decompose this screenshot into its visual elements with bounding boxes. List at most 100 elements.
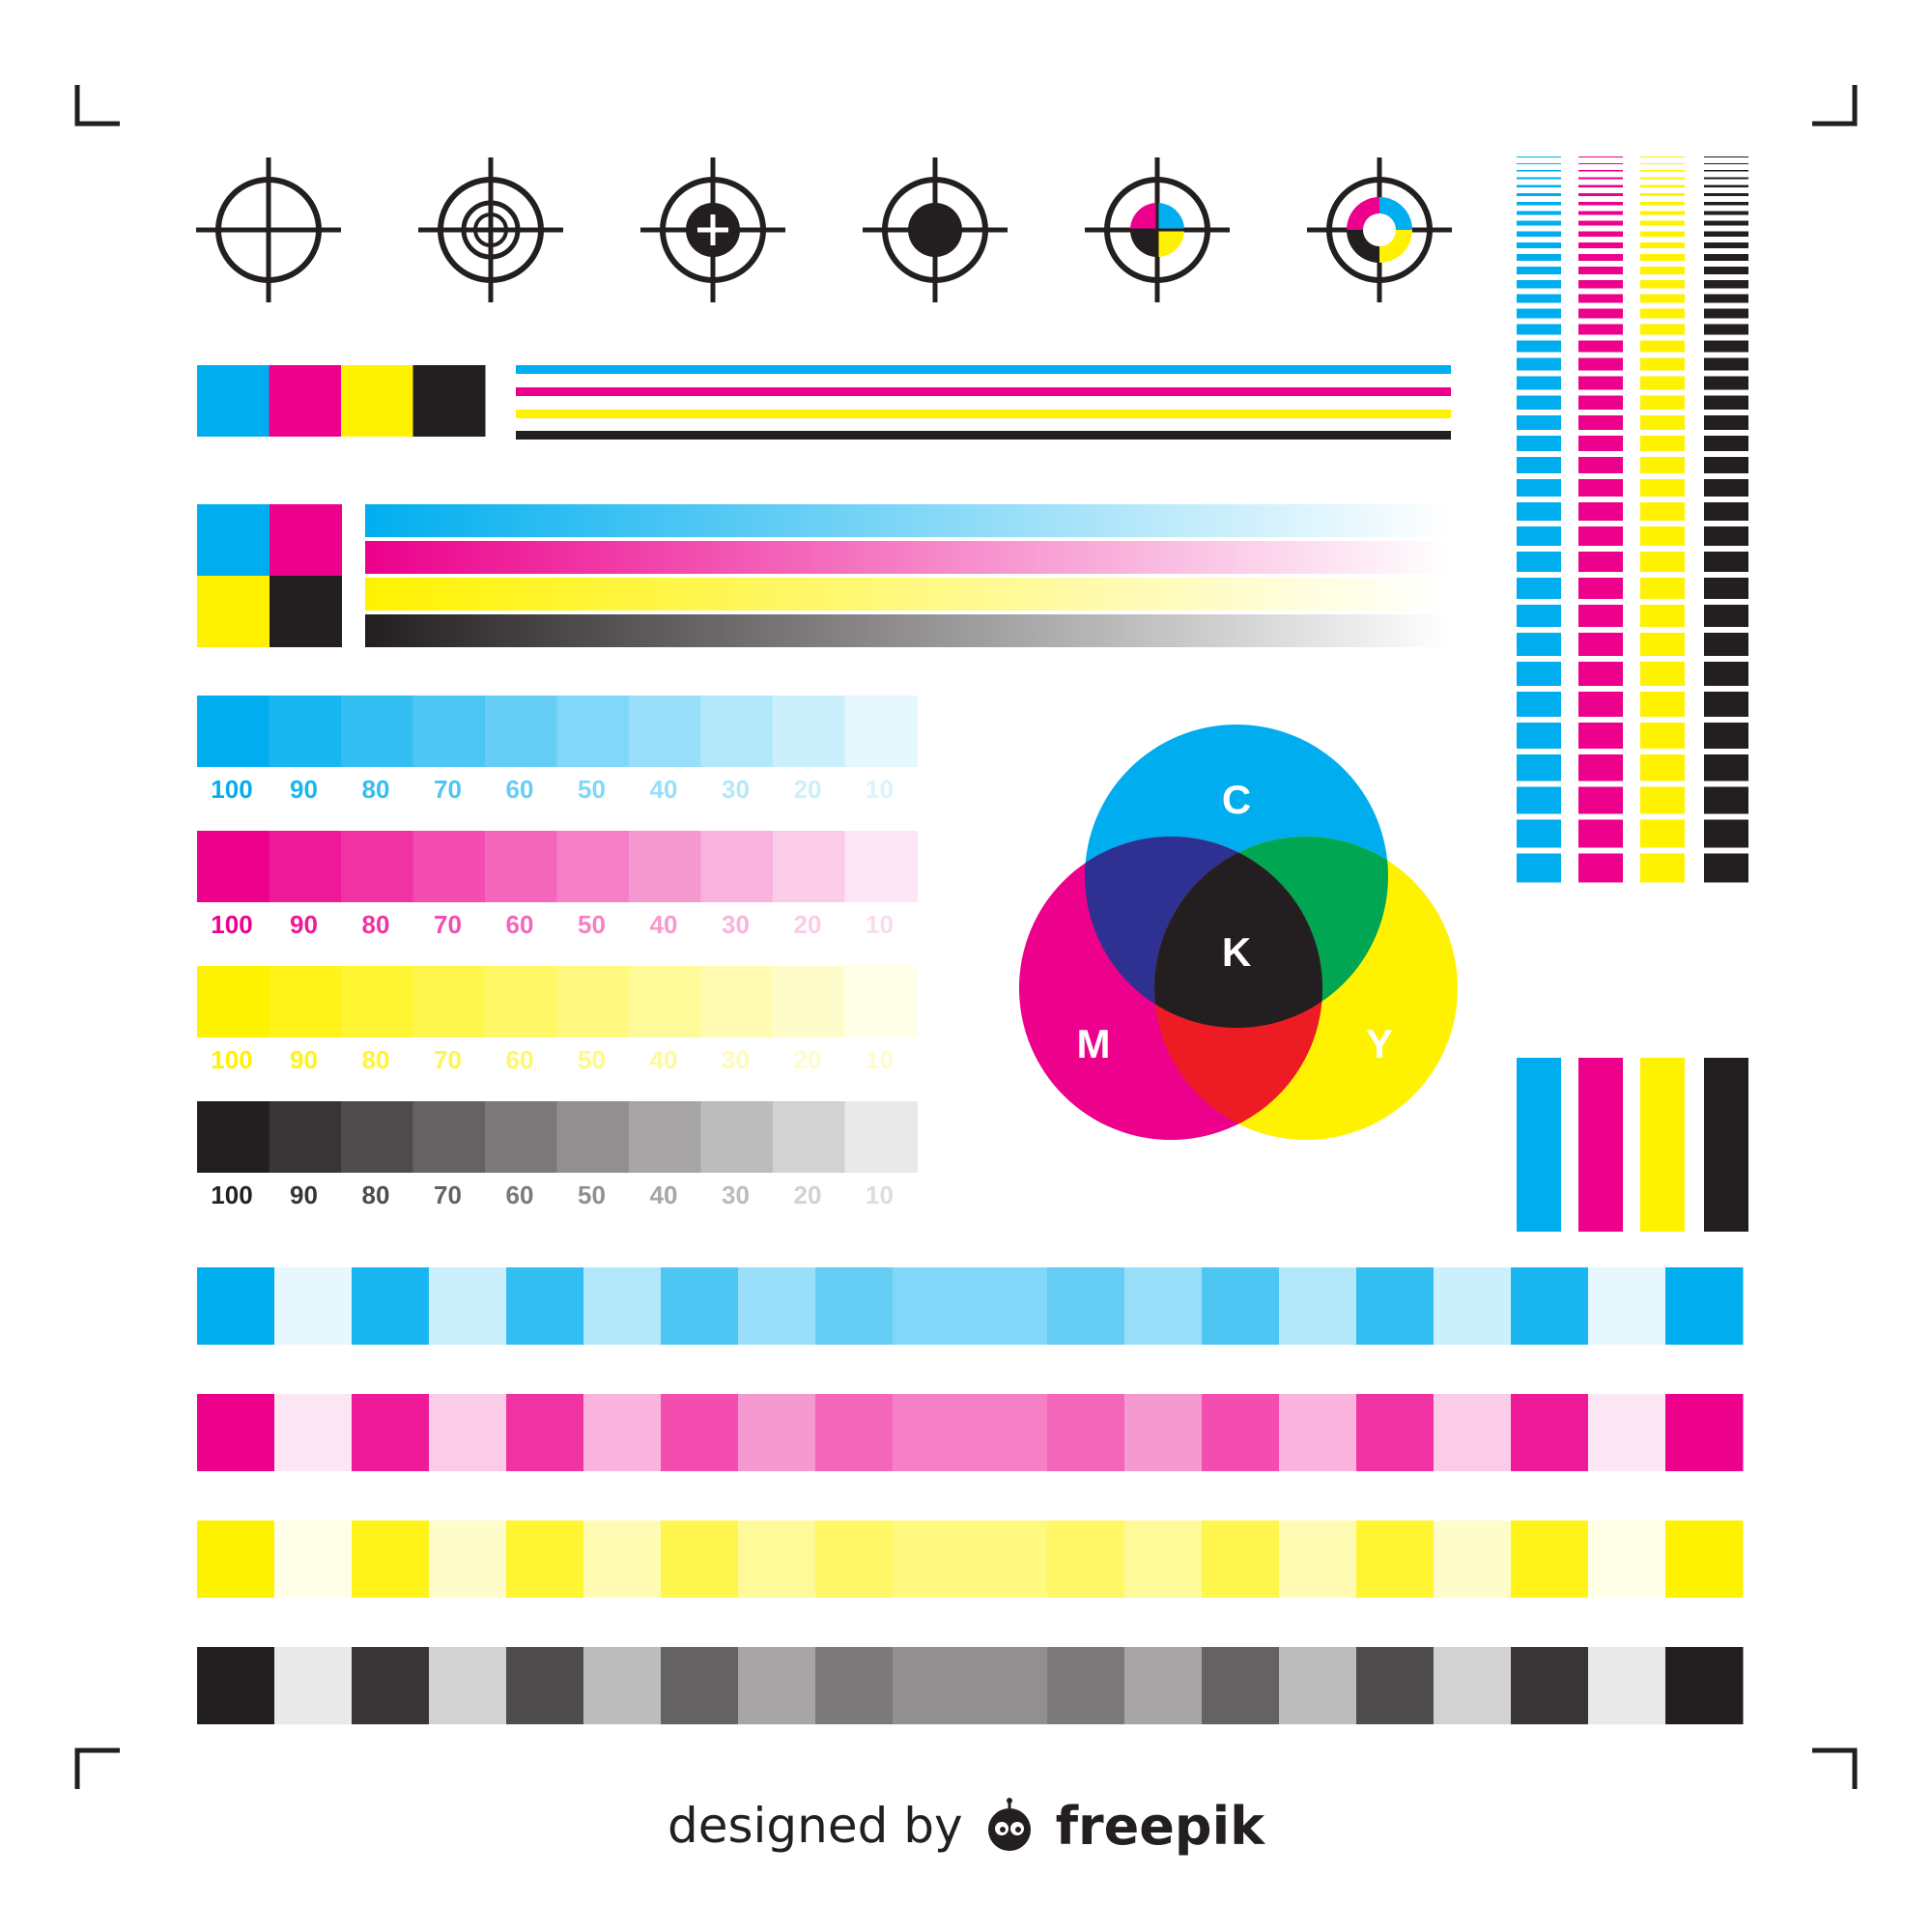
line-bar-black-36: [1704, 819, 1748, 848]
strip-cell-cyan-4: [506, 1267, 584, 1345]
tint-cell-magenta-40: [629, 831, 702, 902]
color-calibration-chart: 100 90 80 70 60 50 40 30 20 10 100 90 80 70 60 50 40 30 20…: [74, 85, 1858, 1789]
strip-cell-black-5: [583, 1647, 662, 1724]
strip-cell-yellow-6: [661, 1520, 739, 1598]
square-swatch-cyan: [197, 504, 270, 576]
line-bar-black-7: [1704, 211, 1748, 215]
line-bar-yellow-29: [1640, 605, 1685, 627]
line-bar-black-17: [1704, 340, 1748, 353]
freepik-logo-icon: [987, 1798, 1031, 1851]
tint-cell-magenta-90: [269, 831, 342, 902]
tint-label-black-30: 30: [722, 1180, 750, 1209]
line-bar-black-25: [1704, 502, 1748, 521]
line-bar-cyan-5: [1517, 193, 1561, 196]
line-bar-yellow-15: [1640, 308, 1685, 319]
strip-cell-magenta-10: [970, 1394, 1048, 1471]
tint-label-yellow-40: 40: [650, 1045, 678, 1074]
line-bar-magenta-23: [1578, 457, 1623, 473]
line-bar-yellow-6: [1640, 202, 1685, 206]
tint-cell-black-100: [197, 1101, 270, 1173]
line-bar-black-5: [1704, 193, 1748, 196]
tint-label-cyan-30: 30: [722, 775, 750, 804]
bottom-tint-strips: [197, 1267, 1744, 1724]
line-bar-cyan-25: [1517, 502, 1561, 521]
line-bar-magenta-0: [1578, 156, 1623, 157]
line-bar-black-33: [1704, 723, 1748, 749]
line-bar-yellow-33: [1640, 723, 1685, 749]
line-bar-black-35: [1704, 786, 1748, 814]
strip-cell-cyan-15: [1356, 1267, 1435, 1345]
tint-label-cyan-40: 40: [650, 775, 678, 804]
line-bar-yellow-10: [1640, 242, 1685, 248]
tint-cell-cyan-40: [629, 696, 702, 767]
strip-cell-yellow-10: [970, 1520, 1048, 1598]
strip-cell-yellow-0: [197, 1520, 275, 1598]
registration-marks: [196, 157, 1452, 302]
line-bar-yellow-30: [1640, 633, 1685, 656]
line-bar-cyan-22: [1517, 436, 1561, 451]
strip-cell-yellow-15: [1356, 1520, 1435, 1598]
tint-label-magenta-40: 40: [650, 910, 678, 939]
strip-cell-black-3: [429, 1647, 507, 1724]
strip-cell-cyan-1: [274, 1267, 353, 1345]
line-bar-yellow-28: [1640, 578, 1685, 599]
line-bar-black-6: [1704, 202, 1748, 206]
strip-cell-yellow-18: [1588, 1520, 1666, 1598]
tint-label-yellow-50: 50: [578, 1045, 606, 1074]
strip-cell-black-14: [1279, 1647, 1357, 1724]
tint-label-cyan-50: 50: [578, 775, 606, 804]
line-bar-yellow-34: [1640, 754, 1685, 781]
tint-label-black-40: 40: [650, 1180, 678, 1209]
line-bar-cyan-0: [1517, 156, 1561, 157]
line-bar-yellow-16: [1640, 324, 1685, 335]
line-bar-cyan-30: [1517, 633, 1561, 656]
line-bar-yellow-3: [1640, 177, 1685, 180]
tint-cell-magenta-50: [556, 831, 630, 902]
line-bar-cyan-6: [1517, 202, 1561, 206]
strip-cell-magenta-18: [1588, 1394, 1666, 1471]
strip-cell-cyan-13: [1202, 1267, 1280, 1345]
gradient-bar-black: [365, 614, 1449, 647]
line-bar-black-28: [1704, 578, 1748, 599]
line-bar-black-8: [1704, 220, 1748, 226]
strip-cell-black-11: [1047, 1647, 1125, 1724]
line-bar-magenta-14: [1578, 294, 1623, 303]
strip-cell-cyan-14: [1279, 1267, 1357, 1345]
tint-label-black-50: 50: [578, 1180, 606, 1209]
strip-cell-magenta-2: [352, 1394, 430, 1471]
footer: designed by freepik: [0, 1777, 1932, 1874]
strip-cell-yellow-3: [429, 1520, 507, 1598]
tint-label-yellow-80: 80: [362, 1045, 390, 1074]
line-bar-magenta-22: [1578, 436, 1623, 451]
tint-cell-black-30: [700, 1101, 774, 1173]
ink-line-magenta: [516, 387, 1451, 396]
square-swatch-magenta: [270, 504, 342, 576]
strip-cell-black-12: [1124, 1647, 1203, 1724]
double-ring-crosshair-icon: [418, 157, 563, 302]
gradient-bars: [365, 504, 1449, 647]
strip-cell-black-10: [970, 1647, 1048, 1724]
strip-cell-cyan-6: [661, 1267, 739, 1345]
line-bar-yellow-31: [1640, 662, 1685, 686]
line-bar-yellow-36: [1640, 819, 1685, 848]
strip-cell-black-7: [738, 1647, 816, 1724]
line-bar-yellow-8: [1640, 220, 1685, 226]
strip-cell-magenta-8: [815, 1394, 894, 1471]
strip-cell-yellow-13: [1202, 1520, 1280, 1598]
strip-cell-magenta-14: [1279, 1394, 1357, 1471]
line-bar-black-10: [1704, 242, 1748, 248]
line-bar-cyan-32: [1517, 692, 1561, 717]
line-bar-cyan-27: [1517, 552, 1561, 572]
line-bar-cyan-28: [1517, 578, 1561, 599]
crosshair-dot-icon: [863, 157, 1008, 302]
tint-cell-cyan-90: [269, 696, 342, 767]
line-bar-yellow-11: [1640, 254, 1685, 261]
tint-label-magenta-100: 100: [211, 910, 252, 939]
line-bar-yellow-21: [1640, 415, 1685, 430]
strip-cell-black-17: [1511, 1647, 1589, 1724]
gradient-bar-cyan: [365, 504, 1449, 537]
strip-cell-yellow-12: [1124, 1520, 1203, 1598]
line-bar-black-16: [1704, 324, 1748, 335]
line-bar-cyan-2: [1517, 170, 1561, 172]
line-bar-magenta-5: [1578, 193, 1623, 196]
